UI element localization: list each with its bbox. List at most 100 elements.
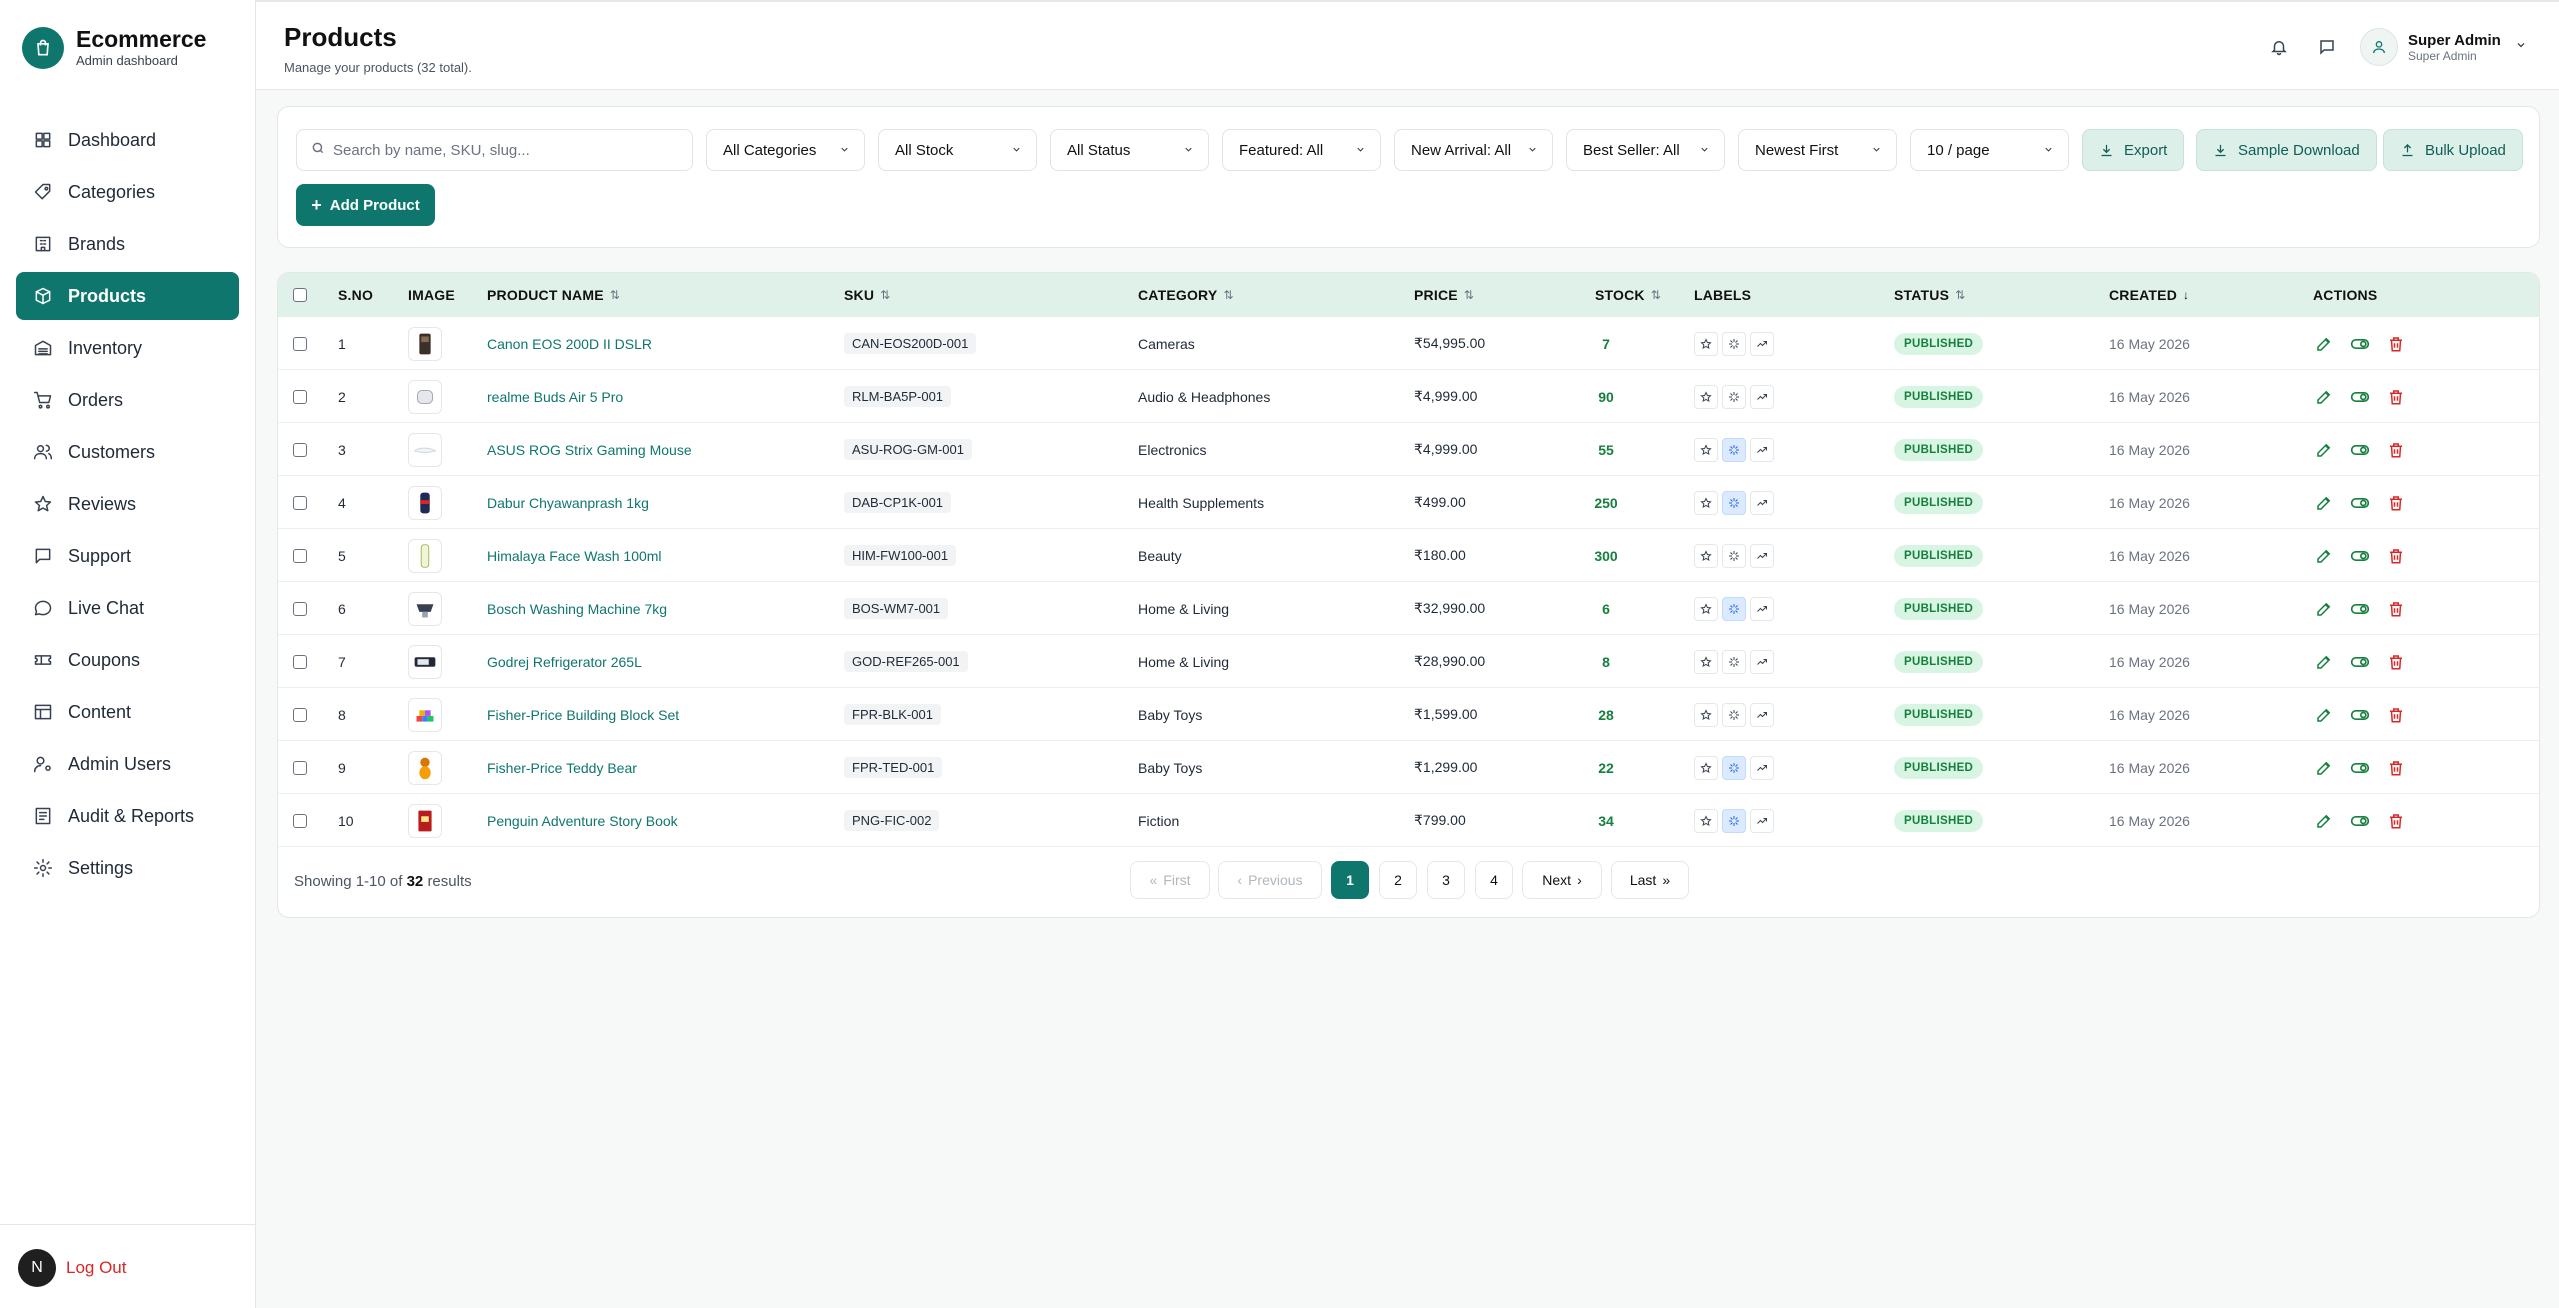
best-seller-toggle-icon[interactable]: [1750, 596, 1774, 621]
best-seller-toggle-icon[interactable]: [1750, 649, 1774, 674]
logout-button[interactable]: N Log Out: [18, 1249, 127, 1287]
product-name-link[interactable]: Himalaya Face Wash 100ml: [487, 529, 662, 582]
featured-select[interactable]: Featured: All: [1222, 129, 1381, 171]
toggle-icon[interactable]: [2349, 757, 2371, 779]
add-product-button[interactable]: + Add Product: [296, 184, 435, 226]
search-box[interactable]: [296, 129, 693, 171]
new-arrival-toggle-icon[interactable]: [1722, 384, 1746, 409]
new-arrival-toggle-icon[interactable]: [1722, 755, 1746, 780]
new-arrival-toggle-icon[interactable]: [1722, 596, 1746, 621]
sidebar-item-products[interactable]: Products: [16, 272, 239, 320]
col-stock[interactable]: STOCK ⇅: [1595, 273, 1661, 317]
page-4-button[interactable]: 4: [1475, 861, 1513, 899]
product-name-link[interactable]: Bosch Washing Machine 7kg: [487, 582, 667, 635]
best-seller-toggle-icon[interactable]: [1750, 543, 1774, 568]
delete-icon[interactable]: [2385, 386, 2407, 408]
edit-icon[interactable]: [2313, 598, 2335, 620]
delete-icon[interactable]: [2385, 598, 2407, 620]
sidebar-item-audit-reports[interactable]: Audit & Reports: [16, 792, 239, 840]
sidebar-item-orders[interactable]: Orders: [16, 376, 239, 424]
new-arrival-toggle-icon[interactable]: [1722, 437, 1746, 462]
edit-icon[interactable]: [2313, 439, 2335, 461]
sidebar-item-dashboard[interactable]: Dashboard: [16, 116, 239, 164]
best-seller-toggle-icon[interactable]: [1750, 755, 1774, 780]
delete-icon[interactable]: [2385, 333, 2407, 355]
category-select[interactable]: All Categories: [706, 129, 865, 171]
delete-icon[interactable]: [2385, 492, 2407, 514]
featured-toggle-icon[interactable]: [1694, 331, 1718, 356]
toggle-icon[interactable]: [2349, 492, 2371, 514]
row-checkbox[interactable]: [293, 476, 307, 529]
row-checkbox[interactable]: [293, 370, 307, 423]
page-3-button[interactable]: 3: [1427, 861, 1465, 899]
featured-toggle-icon[interactable]: [1694, 702, 1718, 727]
sidebar-item-brands[interactable]: Brands: [16, 220, 239, 268]
edit-icon[interactable]: [2313, 333, 2335, 355]
sidebar-item-settings[interactable]: Settings: [16, 844, 239, 892]
page-1-button[interactable]: 1: [1331, 861, 1369, 899]
row-checkbox[interactable]: [293, 317, 307, 370]
best-seller-toggle-icon[interactable]: [1750, 384, 1774, 409]
search-input[interactable]: [333, 141, 673, 159]
row-checkbox[interactable]: [293, 688, 307, 741]
toggle-icon[interactable]: [2349, 810, 2371, 832]
col-created[interactable]: CREATED ↓: [2109, 273, 2189, 317]
toggle-icon[interactable]: [2349, 704, 2371, 726]
featured-toggle-icon[interactable]: [1694, 808, 1718, 833]
best-seller-toggle-icon[interactable]: [1750, 331, 1774, 356]
row-checkbox[interactable]: [293, 741, 307, 794]
featured-toggle-icon[interactable]: [1694, 437, 1718, 462]
toggle-icon[interactable]: [2349, 439, 2371, 461]
sample-download-button[interactable]: Sample Download: [2196, 129, 2377, 171]
featured-toggle-icon[interactable]: [1694, 490, 1718, 515]
edit-icon[interactable]: [2313, 757, 2335, 779]
featured-toggle-icon[interactable]: [1694, 543, 1718, 568]
export-button[interactable]: Export: [2082, 129, 2185, 171]
product-name-link[interactable]: Dabur Chyawanprash 1kg: [487, 476, 649, 529]
delete-icon[interactable]: [2385, 545, 2407, 567]
product-name-link[interactable]: Penguin Adventure Story Book: [487, 794, 678, 847]
col-price[interactable]: PRICE ⇅: [1414, 273, 1474, 317]
best-seller-select[interactable]: Best Seller: All: [1566, 129, 1725, 171]
delete-icon[interactable]: [2385, 704, 2407, 726]
sidebar-item-categories[interactable]: Categories: [16, 168, 239, 216]
sidebar-item-inventory[interactable]: Inventory: [16, 324, 239, 372]
new-arrival-toggle-icon[interactable]: [1722, 331, 1746, 356]
sort-select[interactable]: Newest First: [1738, 129, 1897, 171]
sidebar-item-content[interactable]: Content: [16, 688, 239, 736]
delete-icon[interactable]: [2385, 757, 2407, 779]
next-page-button[interactable]: Next ›: [1522, 861, 1602, 899]
toggle-icon[interactable]: [2349, 386, 2371, 408]
edit-icon[interactable]: [2313, 651, 2335, 673]
row-checkbox[interactable]: [293, 582, 307, 635]
page-2-button[interactable]: 2: [1379, 861, 1417, 899]
last-page-button[interactable]: Last»: [1611, 861, 1689, 899]
best-seller-toggle-icon[interactable]: [1750, 702, 1774, 727]
toggle-icon[interactable]: [2349, 545, 2371, 567]
new-arrival-select[interactable]: New Arrival: All: [1394, 129, 1553, 171]
sidebar-item-support[interactable]: Support: [16, 532, 239, 580]
stock-select[interactable]: All Stock: [878, 129, 1037, 171]
toggle-icon[interactable]: [2349, 598, 2371, 620]
col-sku[interactable]: SKU ⇅: [844, 273, 890, 317]
bulk-upload-button[interactable]: Bulk Upload: [2383, 129, 2523, 171]
sidebar-item-coupons[interactable]: Coupons: [16, 636, 239, 684]
product-name-link[interactable]: Canon EOS 200D II DSLR: [487, 317, 652, 370]
product-name-link[interactable]: realme Buds Air 5 Pro: [487, 370, 623, 423]
edit-icon[interactable]: [2313, 386, 2335, 408]
featured-toggle-icon[interactable]: [1694, 596, 1718, 621]
col-status[interactable]: STATUS ⇅: [1894, 273, 1965, 317]
user-menu[interactable]: Super Admin Super Admin: [2360, 28, 2527, 66]
featured-toggle-icon[interactable]: [1694, 755, 1718, 780]
edit-icon[interactable]: [2313, 810, 2335, 832]
sidebar-item-admin-users[interactable]: Admin Users: [16, 740, 239, 788]
row-checkbox[interactable]: [293, 794, 307, 847]
featured-toggle-icon[interactable]: [1694, 384, 1718, 409]
delete-icon[interactable]: [2385, 439, 2407, 461]
new-arrival-toggle-icon[interactable]: [1722, 649, 1746, 674]
message-icon[interactable]: [2316, 36, 2338, 58]
page-size-select[interactable]: 10 / page: [1910, 129, 2069, 171]
previous-page-button[interactable]: ‹ Previous: [1218, 861, 1322, 899]
edit-icon[interactable]: [2313, 545, 2335, 567]
row-checkbox[interactable]: [293, 529, 307, 582]
